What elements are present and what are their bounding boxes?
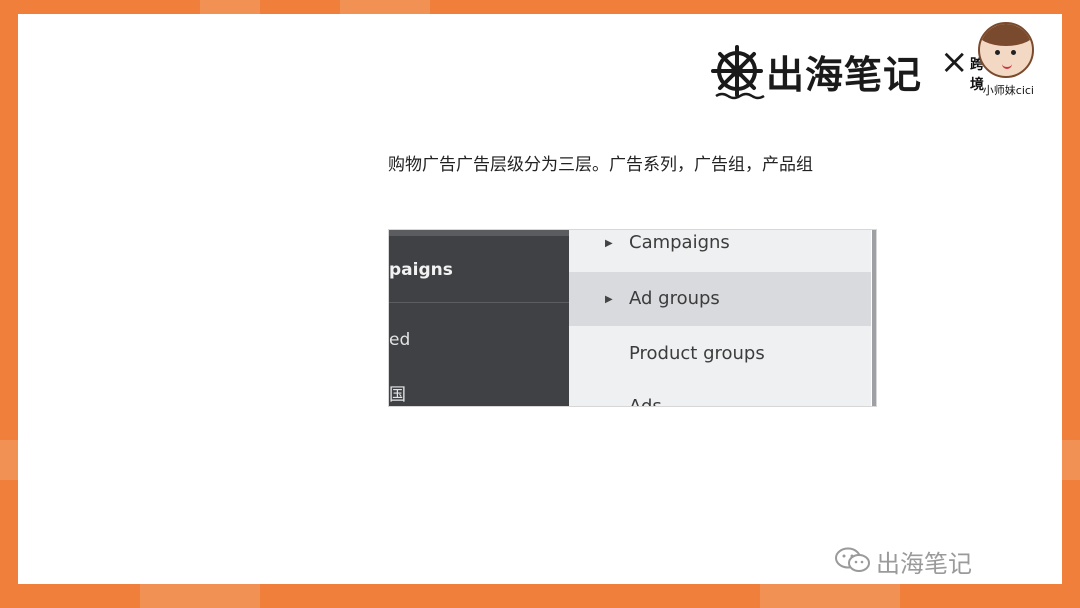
triangle-right-icon: ▶ — [605, 238, 613, 249]
watermark: 出海笔记 — [834, 544, 1044, 578]
menu-item-campaigns: ▶ Campaigns — [569, 230, 871, 272]
menu-item-ads: Ads — [569, 382, 871, 407]
menu-item-label: Ads — [629, 396, 662, 407]
divider — [389, 302, 569, 303]
level-menu: ▶ Campaigns ▶ Ad groups Product groups A… — [569, 230, 876, 407]
menu-item-ad-groups: ▶ Ad groups — [569, 272, 871, 326]
brand-title: 出海笔记 — [766, 52, 923, 97]
dark-nav-item: ed — [389, 330, 411, 350]
background-stripe — [0, 440, 18, 480]
cartoon-girl-avatar-icon — [978, 22, 1034, 78]
ship-wheel-anchor-icon — [711, 45, 765, 100]
menu-item-label: Ad groups — [629, 288, 720, 309]
watermark-text: 出海笔记 — [876, 550, 972, 578]
menu-item-label: Product groups — [629, 343, 765, 364]
brand-cross: × — [940, 42, 969, 82]
background-stripe — [760, 584, 900, 608]
dark-nav-item: paigns — [389, 260, 453, 280]
wechat-icon — [835, 547, 870, 572]
brand-handle: 小师妹cici — [982, 84, 1034, 97]
background-stripe — [1062, 440, 1080, 480]
brand-header: 出海笔记 × 跨 境 小师妹cici — [708, 22, 1048, 102]
slide: 出海笔记 × 跨 境 小师妹cici 购物广告广告层级分为三层。广告系列，广告组… — [18, 14, 1062, 584]
dark-nav-panel: paigns ed 国 — [389, 230, 569, 406]
background-stripe — [340, 0, 430, 14]
triangle-right-icon: ▶ — [605, 294, 613, 305]
menu-item-product-groups: Product groups — [569, 327, 871, 381]
background-stripe — [200, 0, 260, 14]
dark-nav-item: 国 — [389, 385, 406, 405]
menu-item-label: Campaigns — [629, 232, 730, 253]
ui-screenshot: paigns ed 国 ▶ Campaigns ▶ Ad groups Prod… — [388, 229, 877, 407]
slide-caption: 购物广告广告层级分为三层。广告系列，广告组，产品组 — [388, 155, 813, 175]
background-stripe — [140, 584, 260, 608]
